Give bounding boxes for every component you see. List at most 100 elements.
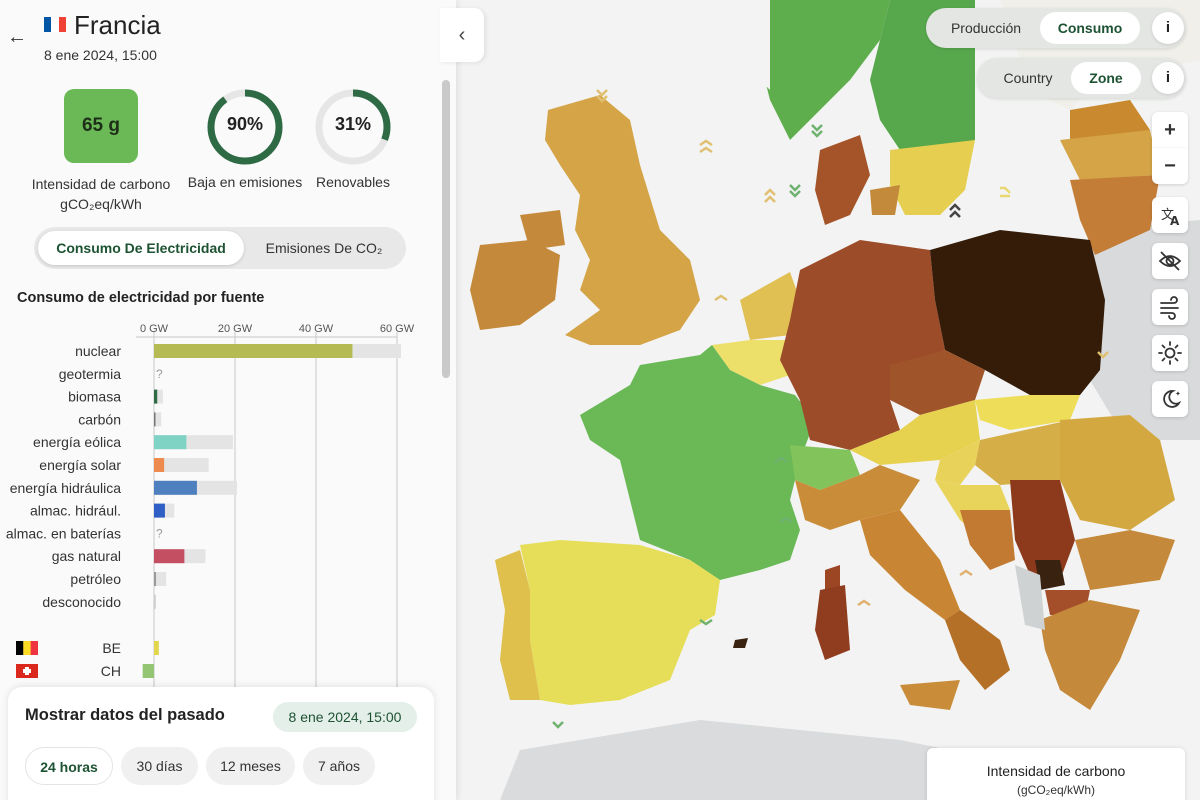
consumption-bar bbox=[154, 572, 157, 586]
consumption-bar bbox=[154, 435, 187, 450]
exchange-flag-ch bbox=[16, 664, 38, 678]
svg-text:✦: ✦ bbox=[1175, 390, 1181, 398]
map-zone-italy-south[interactable] bbox=[945, 610, 1010, 690]
map-zone-greece[interactable] bbox=[1040, 600, 1140, 710]
exchange-label: BE bbox=[102, 640, 121, 656]
map-zone-gray-africa bbox=[500, 720, 1000, 800]
mode-info-button[interactable]: i bbox=[1152, 12, 1184, 44]
consumption-bar bbox=[154, 389, 158, 404]
map-zone-great-britain[interactable] bbox=[545, 95, 700, 345]
carbon-intensity-label: Intensidad de carbono gCO₂eq/kWh bbox=[20, 174, 182, 214]
map-legend: Intensidad de carbono (gCO₂eq/kWh) bbox=[927, 748, 1185, 800]
back-arrow-icon[interactable]: ← bbox=[6, 26, 28, 48]
map-zone-sicily[interactable] bbox=[900, 680, 960, 710]
zoom-out-button[interactable]: − bbox=[1152, 148, 1188, 184]
source-label: biomasa bbox=[68, 389, 121, 405]
france-flag-icon bbox=[44, 17, 66, 32]
sun-icon bbox=[1158, 341, 1182, 365]
map-zone-bosnia[interactable] bbox=[960, 510, 1015, 570]
range-30-days-button[interactable]: 30 días bbox=[121, 747, 198, 785]
range-24-hours-button[interactable]: 24 horas bbox=[25, 747, 113, 785]
map-zone-denmark[interactable] bbox=[815, 135, 870, 225]
range-12-months-button[interactable]: 12 meses bbox=[206, 747, 295, 785]
source-label: nuclear bbox=[75, 343, 121, 359]
granularity-info-button[interactable]: i bbox=[1152, 62, 1184, 94]
language-button[interactable]: 文 A bbox=[1152, 197, 1188, 233]
consumption-bar bbox=[154, 458, 165, 472]
carbon-intensity-label-title: Intensidad de carbono bbox=[31, 176, 171, 192]
wind-layer-button[interactable] bbox=[1152, 289, 1188, 325]
map-zone-baleares[interactable] bbox=[733, 638, 748, 648]
map-zone-denmark-east[interactable] bbox=[870, 185, 900, 215]
source-label: energía solar bbox=[39, 457, 121, 473]
carbon-intensity-badge: 65 g bbox=[64, 89, 138, 163]
source-label: geotermia bbox=[59, 366, 121, 382]
source-label: desconocido bbox=[42, 594, 121, 610]
x-tick-label: 40 GW bbox=[299, 323, 334, 335]
consumption-option[interactable]: Consumo bbox=[1040, 12, 1140, 44]
legend-title: Intensidad de carbono bbox=[986, 763, 1126, 779]
zone-title: Francia bbox=[74, 10, 161, 40]
legend-unit: (gCO₂eq/kWh) bbox=[1016, 783, 1095, 797]
eye-off-icon bbox=[1158, 251, 1182, 271]
production-consumption-toggle: Producción Consumo bbox=[926, 8, 1186, 48]
consumption-by-source-chart: 0 GW 20 GW 40 GW 60 GW nuclear geotermia ? biom… bbox=[6, 323, 415, 688]
translate-icon: 文 A bbox=[1161, 208, 1180, 228]
missing-data-marker: ? bbox=[156, 526, 163, 540]
exchange-flag-be bbox=[16, 641, 38, 655]
source-label: petróleo bbox=[70, 571, 121, 587]
dark-mode-button[interactable]: ✦ bbox=[1152, 381, 1188, 417]
production-option[interactable]: Producción bbox=[934, 12, 1038, 44]
svg-text:A: A bbox=[1170, 214, 1180, 228]
past-data-title: Mostrar datos del pasado bbox=[25, 706, 225, 724]
past-data-datetime-pill[interactable]: 8 ene 2024, 15:00 bbox=[273, 702, 417, 732]
zoom-in-button[interactable]: + bbox=[1152, 112, 1188, 148]
country-option[interactable]: Country bbox=[985, 62, 1071, 94]
source-label: almac. en baterías bbox=[6, 525, 121, 541]
renewables-value: 31% bbox=[334, 114, 372, 134]
map-zone-sardinia[interactable] bbox=[815, 585, 850, 660]
carbon-intensity-unit: gCO₂eq/kWh bbox=[60, 196, 142, 212]
map-zone-norway-west[interactable] bbox=[700, 0, 770, 90]
consumption-bar bbox=[154, 503, 165, 518]
source-label: almac. hidrául. bbox=[30, 503, 121, 519]
solar-layer-button[interactable] bbox=[1152, 335, 1188, 371]
map-zone-spain[interactable] bbox=[520, 540, 720, 705]
x-tick-label: 60 GW bbox=[380, 323, 415, 335]
wind-icon bbox=[1160, 296, 1179, 320]
source-chart-title: Consumo de electricidad por fuente bbox=[17, 290, 265, 306]
consumption-bar bbox=[154, 344, 353, 358]
range-7-years-button[interactable]: 7 años bbox=[303, 747, 375, 785]
source-label: gas natural bbox=[52, 548, 121, 564]
moon-icon: ✦ bbox=[1163, 390, 1182, 408]
exchange-label: CH bbox=[101, 663, 121, 679]
map-zone-norway[interactable] bbox=[760, 0, 890, 140]
zone-datetime: 8 ene 2024, 15:00 bbox=[44, 47, 157, 63]
consumption-bar bbox=[154, 594, 156, 609]
map-zone-sweden-south[interactable] bbox=[890, 140, 975, 215]
source-label: energía eólica bbox=[33, 434, 121, 450]
x-tick-label: 20 GW bbox=[218, 323, 253, 335]
panel-scrollbar[interactable] bbox=[442, 80, 450, 378]
collapse-panel-button[interactable]: ‹ bbox=[440, 8, 484, 62]
low-emissions-value: 90% bbox=[226, 114, 264, 134]
missing-data-marker: ? bbox=[156, 367, 163, 381]
electricity-consumption-tab[interactable]: Consumo De Electricidad bbox=[38, 231, 244, 265]
map-zone-bulgaria[interactable] bbox=[1075, 530, 1175, 590]
renewables-label: Renovables bbox=[316, 174, 390, 190]
zone-details-panel: ← Francia 8 ene 2024, 15:00 65 g Intensi… bbox=[0, 0, 456, 800]
consumption-bar bbox=[154, 412, 156, 427]
source-label: energía hidráulica bbox=[10, 480, 122, 496]
exchange-bar bbox=[142, 664, 154, 678]
co2-emissions-tab[interactable]: Emisiones De CO₂ bbox=[246, 231, 402, 265]
past-data-card: Mostrar datos del pasado 8 ene 2024, 15:… bbox=[8, 687, 434, 800]
colorblind-toggle-button[interactable] bbox=[1152, 243, 1188, 279]
map-zone-italy-center[interactable] bbox=[860, 510, 960, 620]
low-emissions-label: Baja en emisiones bbox=[187, 174, 303, 190]
source-label: carbón bbox=[78, 411, 121, 427]
zone-option[interactable]: Zone bbox=[1071, 62, 1141, 94]
map-zone-ireland[interactable] bbox=[470, 240, 560, 330]
x-tick-label: 0 GW bbox=[140, 323, 169, 335]
consumption-bar bbox=[154, 549, 185, 564]
exchange-bar bbox=[154, 641, 159, 655]
